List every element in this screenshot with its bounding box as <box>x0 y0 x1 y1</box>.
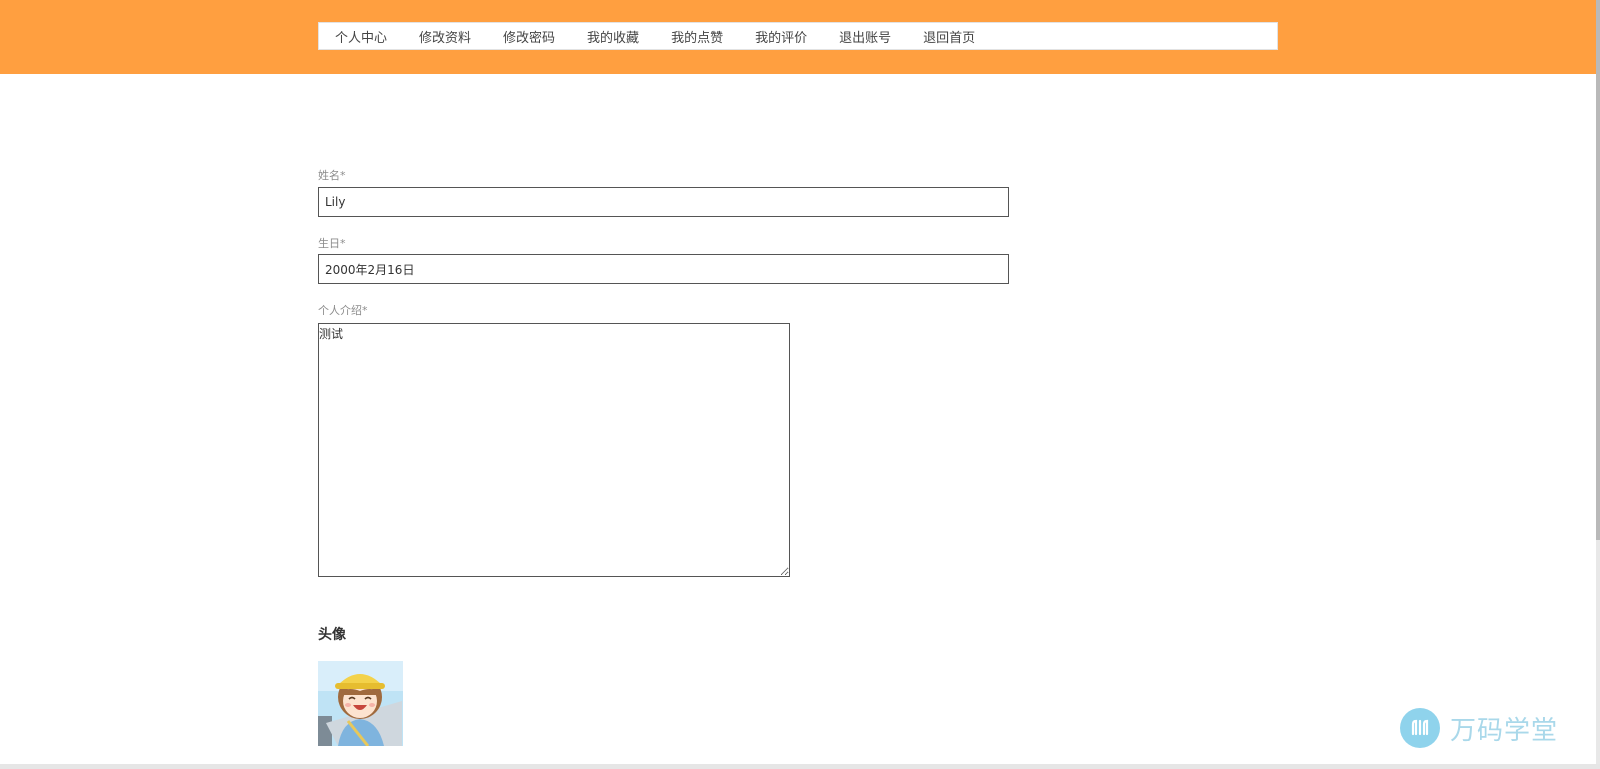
nav-item-my-likes[interactable]: 我的点赞 <box>671 27 723 46</box>
name-input[interactable] <box>318 187 1009 217</box>
birthday-input[interactable] <box>318 254 1009 284</box>
page-scrollbar[interactable] <box>1596 0 1600 769</box>
watermark-logo: 万码学堂 <box>1400 708 1558 748</box>
intro-label: 个人介绍* <box>318 304 368 317</box>
nav-item-edit-profile[interactable]: 修改资料 <box>419 27 471 46</box>
nav-item-logout[interactable]: 退出账号 <box>839 27 891 46</box>
nav-item-back-home[interactable]: 退回首页 <box>923 27 975 46</box>
logo-icon <box>1400 708 1440 748</box>
logo-text: 万码学堂 <box>1450 715 1559 746</box>
nav-item-my-favorites[interactable]: 我的收藏 <box>587 27 639 46</box>
nav-item-my-reviews[interactable]: 我的评价 <box>755 27 807 46</box>
nav-item-profile-center[interactable]: 个人中心 <box>335 27 387 46</box>
birthday-label: 生日* <box>318 237 346 250</box>
name-label: 姓名* <box>318 169 346 182</box>
scrollbar-thumb[interactable] <box>1596 0 1600 540</box>
bottom-strip <box>0 764 1600 769</box>
intro-textarea[interactable]: 测试 <box>318 323 790 577</box>
nav-item-change-password[interactable]: 修改密码 <box>503 27 555 46</box>
user-nav-menu: 个人中心 修改资料 修改密码 我的收藏 我的点赞 我的评价 退出账号 退回首页 <box>318 22 1278 50</box>
avatar-illustration <box>318 661 403 746</box>
avatar-image[interactable] <box>318 661 403 746</box>
avatar-heading: 头像 <box>318 627 346 643</box>
